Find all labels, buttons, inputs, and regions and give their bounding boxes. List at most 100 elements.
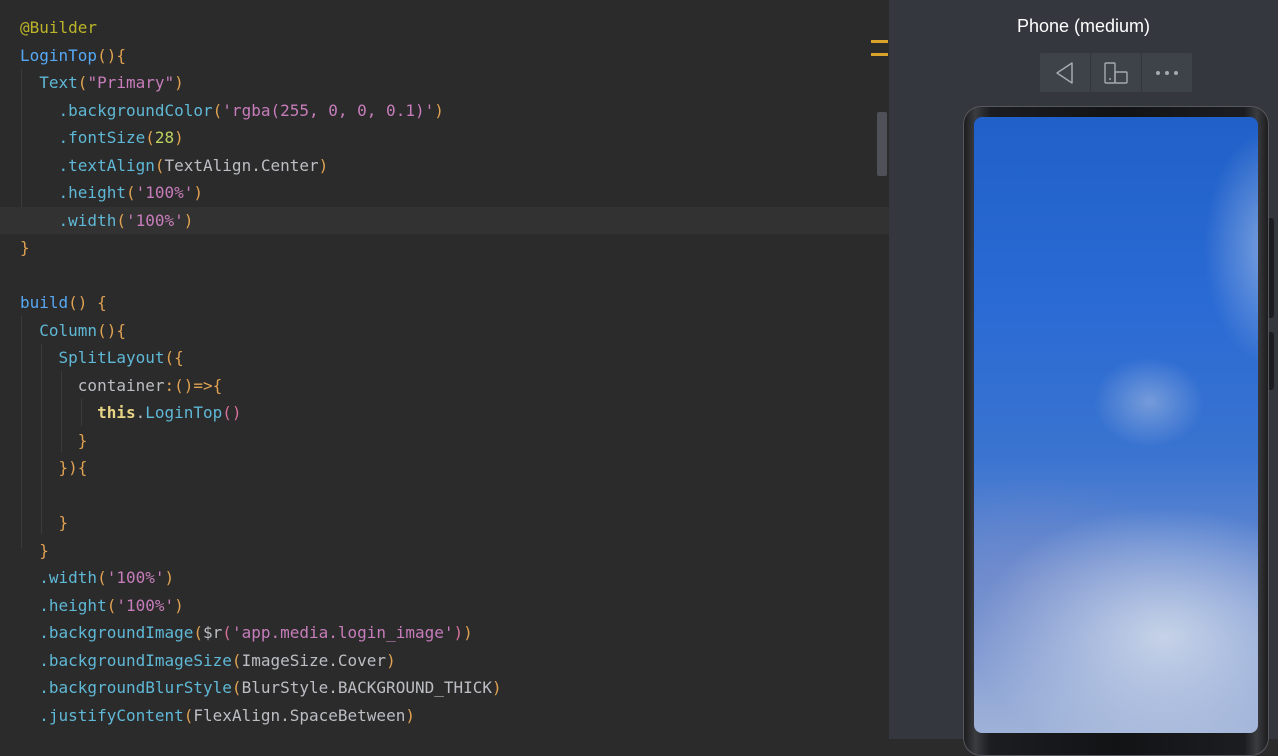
code-token: ( (77, 73, 88, 92)
code-line[interactable]: .textAlign(TextAlign.Center) (0, 152, 889, 180)
device-switch-icon (1104, 61, 1128, 84)
code-token: @Builder (20, 18, 98, 37)
code-token: .width (58, 210, 117, 230)
back-triangle-icon (1056, 61, 1073, 84)
code-token: :()=>{ (164, 375, 223, 395)
code-line[interactable]: }){ (0, 454, 889, 482)
phone-frame (963, 106, 1269, 756)
code-line[interactable] (0, 262, 889, 290)
code-token: ( (212, 100, 223, 120)
code-token: () { (68, 293, 107, 312)
code-line[interactable]: SplitLayout({ (0, 344, 889, 372)
code-line[interactable]: container:()=>{ (0, 372, 889, 400)
code-line[interactable]: @Builder (0, 14, 889, 42)
code-token: (){ (97, 320, 126, 340)
code-token: ( (183, 705, 194, 725)
phone-screen-preview[interactable] (974, 117, 1258, 733)
code-line[interactable]: Text("Primary") (0, 69, 889, 97)
code-token: container (20, 375, 165, 395)
more-button[interactable] (1142, 53, 1192, 92)
code-token: '100%' (106, 568, 165, 587)
back-button[interactable] (1040, 53, 1091, 92)
code-token: .backgroundImage (39, 623, 194, 642)
code-token: } (77, 430, 88, 450)
code-token: ImageSize.Cover (241, 650, 387, 670)
code-token: . (135, 403, 146, 422)
code-line[interactable]: .height('100%') (0, 179, 889, 207)
code-token: ) (492, 678, 502, 697)
code-line[interactable]: this.LoginTop() (0, 399, 889, 427)
code-line[interactable]: } (0, 234, 889, 262)
code-token: '100%' (125, 210, 184, 230)
code-token: ) (463, 623, 473, 642)
code-token: SplitLayout (58, 348, 165, 367)
code-token: ) (386, 650, 396, 670)
preview-device-title: Phone (medium) (1016, 16, 1151, 36)
code-token: "Primary" (87, 73, 175, 92)
code-line[interactable]: LoginTop(){ (0, 42, 889, 70)
code-token: FlexAlign.SpaceBetween (193, 705, 406, 725)
code-token: ) (174, 128, 184, 147)
code-line[interactable]: .backgroundImageSize(ImageSize.Cover) (0, 647, 889, 675)
scroll-error-marker[interactable] (871, 40, 888, 43)
code-token: ) (174, 73, 184, 92)
code-token: Column (39, 320, 98, 340)
code-line[interactable] (0, 482, 889, 510)
code-line[interactable]: .backgroundImage($r('app.media.login_ima… (0, 619, 889, 647)
code-line[interactable]: .justifyContent(FlexAlign.SpaceBetween) (0, 702, 889, 730)
code-line[interactable]: .width('100%') (0, 206, 889, 234)
code-token: ( (125, 183, 136, 202)
code-token: .backgroundColor (58, 100, 213, 120)
code-token: } (39, 540, 49, 560)
code-token: (){ (97, 45, 126, 65)
code-token: ) (193, 183, 204, 202)
device-switch-button[interactable] (1091, 53, 1142, 92)
code-token: ) (174, 595, 184, 615)
code-token: .width (39, 568, 98, 587)
code-token: $r (203, 623, 223, 642)
code-line[interactable]: } (0, 427, 889, 455)
code-line[interactable]: .backgroundColor('rgba(255, 0, 0, 0.1)') (0, 97, 889, 125)
code-token: ( (97, 568, 107, 587)
code-line[interactable]: .fontSize(28) (0, 124, 889, 152)
code-line[interactable]: Column(){ (0, 317, 889, 345)
code-token: ) (405, 705, 415, 725)
phone-side-button (1269, 332, 1274, 390)
code-line[interactable]: } (0, 509, 889, 537)
code-token: ( (231, 678, 242, 697)
phone-side-button (1269, 218, 1274, 318)
code-token: ( (106, 595, 117, 615)
code-token: } (20, 238, 30, 257)
code-token: Text (39, 73, 78, 92)
code-line[interactable]: .height('100%') (0, 592, 889, 620)
vertical-scrollbar-thumb[interactable] (877, 112, 887, 176)
code-token: BlurStyle.BACKGROUND_THICK (241, 678, 493, 697)
code-token: '100%' (135, 183, 194, 202)
code-line[interactable]: build() { (0, 289, 889, 317)
code-token: 'app.media.login_image' (231, 623, 454, 642)
code-token: ) (453, 623, 464, 642)
code-token: .height (58, 183, 126, 202)
code-token: ) (183, 210, 194, 230)
code-token: 'rgba(255, 0, 0, 0.1)' (222, 100, 435, 120)
code-token: ( (154, 155, 165, 175)
code-line[interactable]: .backgroundBlurStyle(BlurStyle.BACKGROUN… (0, 674, 889, 702)
code-token: ( (231, 650, 242, 670)
code-editor[interactable]: @Builder LoginTop(){ Text("Primary") .bac… (0, 0, 889, 739)
code-line[interactable]: .width('100%') (0, 564, 889, 592)
code-line[interactable]: } (0, 537, 889, 565)
